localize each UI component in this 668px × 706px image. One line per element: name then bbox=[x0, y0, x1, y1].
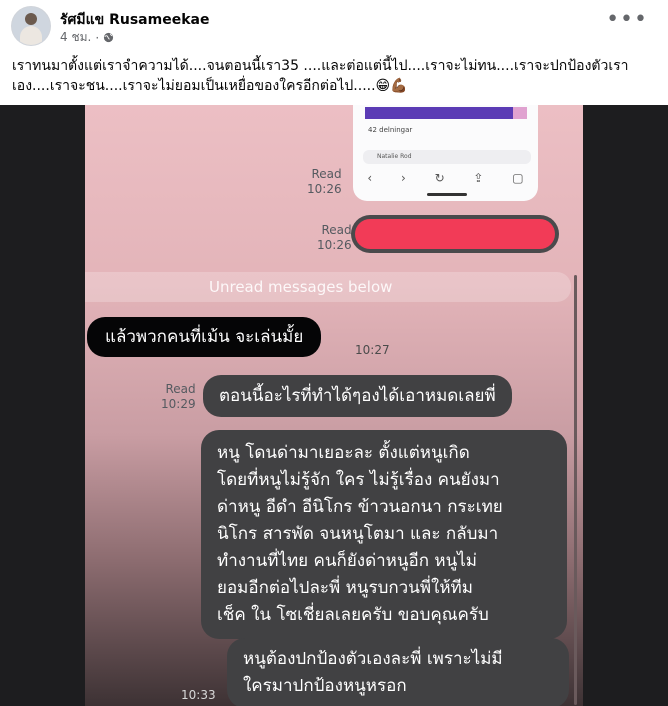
card-reply: Natalie Rod bbox=[363, 150, 531, 164]
back-icon: ‹ bbox=[367, 171, 373, 185]
scrollbar[interactable] bbox=[574, 275, 577, 705]
read-receipt-2: Read 10:26 bbox=[317, 223, 352, 252]
globe-icon[interactable] bbox=[103, 32, 114, 43]
card-share-count: 42 delningar bbox=[368, 126, 413, 134]
outgoing-message-1[interactable]: ตอนนี้อะไรที่ทำได้ๆองได้เอาหมดเลยพี่ bbox=[203, 375, 512, 417]
post-time[interactable]: 4 ชม. bbox=[60, 28, 91, 47]
refresh-icon: ↻ bbox=[434, 171, 445, 185]
post-photo[interactable]: 42 delningar Natalie Rod ‹ › ↻ ⇪ ▢ Read … bbox=[0, 105, 668, 706]
read-receipt-1: Read 10:26 bbox=[307, 167, 342, 196]
redacted-message bbox=[355, 219, 555, 249]
card-banner bbox=[365, 107, 527, 119]
post-caption: เราทนมาตั้งแต่เราจำความได้....จนตอนนี้เร… bbox=[12, 58, 629, 94]
post-header: รัศมีแข Rusameekae 4 ชม. · ••• bbox=[0, 0, 668, 52]
chat-screenshot: 42 delningar Natalie Rod ‹ › ↻ ⇪ ▢ Read … bbox=[85, 105, 583, 706]
avatar[interactable] bbox=[12, 7, 50, 45]
post-meta: 4 ชม. · bbox=[60, 28, 114, 47]
shared-link-card: 42 delningar Natalie Rod ‹ › ↻ ⇪ ▢ bbox=[353, 105, 538, 201]
forward-icon: › bbox=[400, 171, 406, 185]
bottom-time: 10:33 bbox=[181, 688, 216, 702]
unread-banner: Unread messages below bbox=[85, 272, 571, 302]
card-nav-bar: ‹ › ↻ ⇪ ▢ bbox=[353, 169, 538, 187]
message-time-1: 10:27 bbox=[355, 343, 390, 357]
share-icon: ⇪ bbox=[473, 171, 484, 185]
read-receipt-3: Read 10:29 bbox=[161, 382, 196, 411]
tabs-icon: ▢ bbox=[512, 171, 524, 185]
outgoing-message-3[interactable]: หนูต้องปกป้องตัวเองละพี่ เพราะไม่มี ใครม… bbox=[227, 638, 569, 706]
outgoing-message-2[interactable]: หนู โดนด่ามาเยอะละ ตั้งแต่หนูเกิด โดยที่… bbox=[201, 430, 567, 639]
incoming-message-1[interactable]: แล้วพวกคนที่เม้น จะเล่นมั้ย bbox=[87, 317, 322, 357]
home-indicator bbox=[427, 193, 467, 196]
more-options-icon[interactable]: ••• bbox=[606, 9, 648, 31]
